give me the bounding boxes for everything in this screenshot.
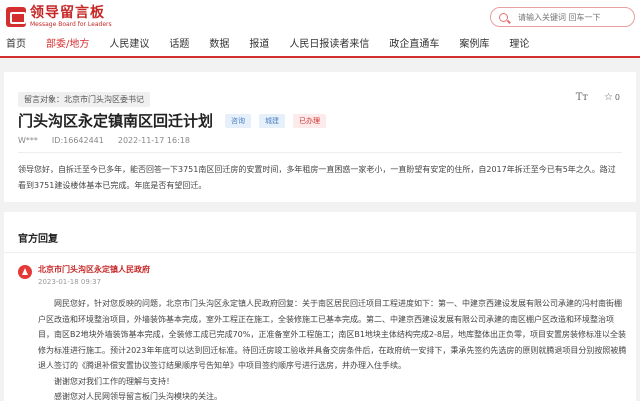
tag-urban[interactable]: 城建 (259, 113, 286, 128)
message-author: W*** (18, 136, 38, 145)
nav-item-theory[interactable]: 理论 (509, 35, 529, 55)
message-id: ID:16642441 (51, 136, 104, 145)
divider (18, 152, 622, 153)
reply-body: 网民您好，针对您反映的问题，北京市门头沟区永定镇人民政府回复：关于南区居民回迁项… (38, 296, 628, 401)
message-meta: W*** ID:16642441 2022-11-17 16:18 (18, 136, 204, 145)
reply-paragraph: 感谢您对人民网领导留言板门头沟模块的关注。 (54, 392, 222, 401)
logo-subtitle: Message Board for Leaders (30, 20, 112, 28)
official-reply-section: 官方回复 北京市门头沟区永定镇人民政府 2023-01-18 09:37 网民您… (4, 212, 636, 401)
reply-date: 2023-01-18 09:37 (38, 278, 102, 286)
font-size-icon[interactable]: Tт (576, 92, 588, 103)
reply-org-name: 北京市门头沟区永定镇人民政府 (38, 265, 150, 274)
search-icon[interactable] (499, 12, 508, 22)
tag-status: 已办理 (293, 113, 327, 128)
search-input[interactable] (518, 12, 628, 22)
divider (4, 252, 636, 253)
title-row: 门头沟区永定镇南区回迁计划 咨询 城建 已办理 (18, 110, 334, 131)
nav-item-enterprise[interactable]: 政企直通车 (389, 35, 439, 55)
search-box (490, 7, 635, 27)
nav-item-reports[interactable]: 报道 (249, 35, 269, 55)
nav-item-ministries-local[interactable]: 部委/地方 (46, 35, 90, 58)
nav-item-people-suggestions[interactable]: 人民建议 (109, 35, 149, 55)
reply-paragraph: 谢谢您对我们工作的理解与支持！ (54, 376, 174, 386)
message-title: 门头沟区永定镇南区回迁计划 (18, 112, 214, 130)
nav-item-reader-letters[interactable]: 人民日报读者来信 (289, 35, 369, 55)
site-logo[interactable]: 领导留言板 Message Board for Leaders (6, 4, 112, 30)
message-tools: Tт ☆ 0 (576, 92, 620, 103)
star-icon[interactable]: ☆ (604, 92, 613, 103)
nav-item-topics[interactable]: 话题 (169, 35, 189, 55)
logo-mark-icon (6, 7, 26, 27)
government-icon (18, 265, 32, 279)
nav-item-home[interactable]: 首页 (6, 35, 26, 55)
reply-heading: 官方回复 (18, 234, 58, 245)
tag-consult[interactable]: 咨询 (225, 113, 252, 128)
nav-item-cases[interactable]: 案例库 (459, 35, 489, 55)
message-body: 领导您好，自拆迁至今已多年，能否回答一下3751南区回迁房的安置时间，多年租房一… (18, 165, 616, 190)
reply-paragraph: 网民您好，针对您反映的问题，北京市门头沟区永定镇人民政府回复：关于南区居民回迁项… (38, 299, 627, 370)
top-header: 领导留言板 Message Board for Leaders (0, 0, 640, 34)
message-target: 留言对象：北京市门头沟区委书记 (18, 92, 150, 107)
star-count: 0 (614, 93, 620, 102)
main-nav: 首页 部委/地方 人民建议 话题 数据 报道 人民日报读者来信 政企直通车 案例… (0, 34, 640, 58)
nav-item-data[interactable]: 数据 (209, 35, 229, 55)
logo-title: 领导留言板 (30, 4, 105, 21)
message-card: 留言对象：北京市门头沟区委书记 Tт ☆ 0 门头沟区永定镇南区回迁计划 咨询 … (4, 72, 636, 202)
message-time: 2022-11-17 16:18 (117, 136, 190, 145)
reply-org: 北京市门头沟区永定镇人民政府 2023-01-18 09:37 (18, 264, 150, 288)
